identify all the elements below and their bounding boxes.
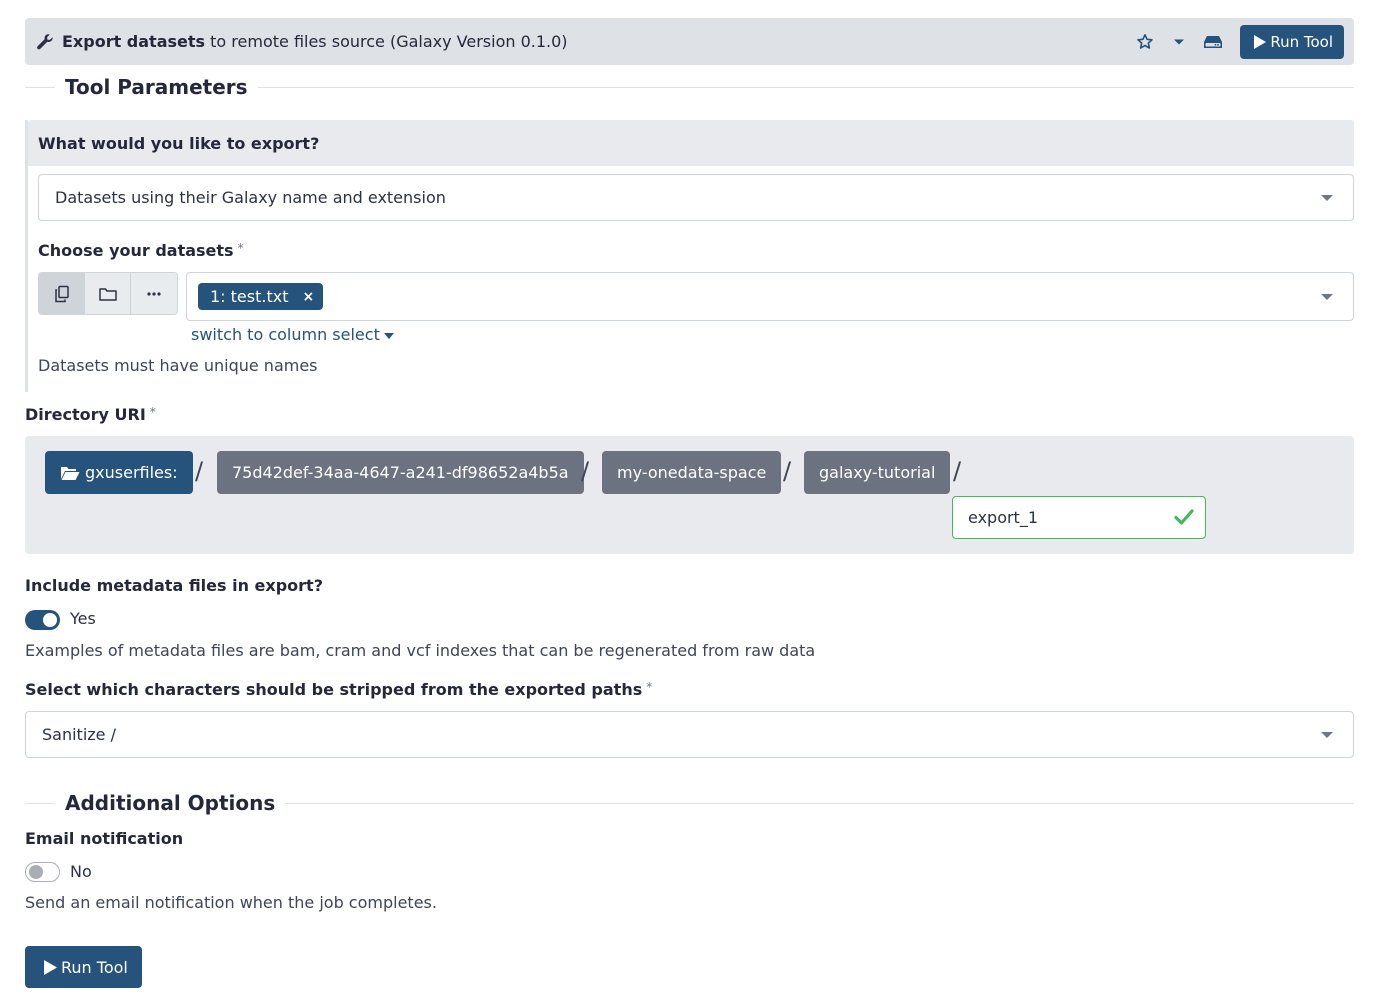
choose-datasets-label: Choose your datasets * [38,241,244,260]
tool-parameters-title: Tool Parameters [55,72,258,102]
email-toggle[interactable] [25,862,60,882]
tool-header: Export datasets to remote files source (… [25,18,1354,65]
metadata-toggle-state: Yes [70,609,96,628]
uri-new-folder-input[interactable]: export_1 [952,496,1206,539]
header-actions: Run Tool [1132,24,1344,59]
tool-description: to remote files source (Galaxy Version 0… [210,32,568,51]
metadata-label: Include metadata files in export? [25,576,323,595]
chevron-down-icon[interactable] [1166,29,1192,55]
select-caret-icon [1321,194,1333,201]
additional-options-title: Additional Options [55,788,286,818]
play-icon [1254,34,1267,49]
selected-dataset-label: 1: test.txt [210,287,289,306]
email-help: Send an email notification when the job … [25,893,437,912]
metadata-help: Examples of metadata files are bam, cram… [25,641,816,660]
uri-segment[interactable]: 75d42def-34aa-4647-a241-df98652a4b5a [217,451,584,494]
select-caret-icon [1321,293,1333,300]
star-icon[interactable] [1132,29,1158,55]
run-tool-button-bottom[interactable]: Run Tool [25,946,142,988]
check-icon [1174,509,1194,525]
folder-icon[interactable] [85,273,131,314]
uri-separator: / [581,457,590,485]
remove-dataset-button[interactable]: × [302,289,314,305]
export-what-value: Datasets using their Galaxy name and ext… [55,188,446,207]
ellipsis-icon[interactable] [131,273,177,314]
email-toggle-state: No [70,862,92,881]
strip-chars-label: Select which characters should be stripp… [25,680,653,699]
uri-root-label: gxuserfiles: [85,463,178,482]
directory-uri-picker: gxuserfiles: / 75d42def-34aa-4647-a241-d… [25,436,1354,554]
strip-chars-value: Sanitize / [42,725,116,744]
strip-chars-select[interactable]: Sanitize / [25,711,1354,758]
additional-options-legend: Additional Options [25,788,1354,818]
switch-column-select-link[interactable]: switch to column select [191,325,394,344]
uri-separator: / [953,457,962,485]
folder-open-icon [61,466,80,480]
caret-down-icon [383,332,394,339]
uri-segment[interactable]: galaxy-tutorial [804,451,951,494]
hdd-icon[interactable] [1200,29,1226,55]
uri-separator: / [195,457,204,485]
uri-segment[interactable]: my-onedata-space [602,451,782,494]
metadata-toggle[interactable] [25,610,60,630]
dataset-multiselect[interactable]: 1: test.txt × [186,272,1354,321]
run-tool-label-top: Run Tool [1270,32,1333,51]
selected-dataset-tag: 1: test.txt × [198,283,324,310]
export-what-select[interactable]: Datasets using their Galaxy name and ext… [38,174,1354,221]
wrench-icon [36,32,56,52]
run-tool-label-bottom: Run Tool [61,957,128,977]
play-icon [44,959,57,975]
email-label: Email notification [25,829,184,848]
directory-uri-label: Directory URI * [25,405,156,424]
tool-title: Export datasets to remote files source (… [62,32,568,51]
tool-name: Export datasets [62,32,206,51]
uri-input-value: export_1 [968,508,1039,527]
copy-icon[interactable] [39,273,85,314]
run-tool-button-top[interactable]: Run Tool [1240,24,1344,59]
uri-separator: / [783,457,792,485]
dataset-source-buttons [38,272,178,315]
datasets-help: Datasets must have unique names [38,356,318,375]
export-what-label: What would you like to export? [28,120,1354,166]
tool-parameters-legend: Tool Parameters [25,72,1354,102]
uri-root-button[interactable]: gxuserfiles: [45,451,193,494]
select-caret-icon [1321,731,1333,738]
